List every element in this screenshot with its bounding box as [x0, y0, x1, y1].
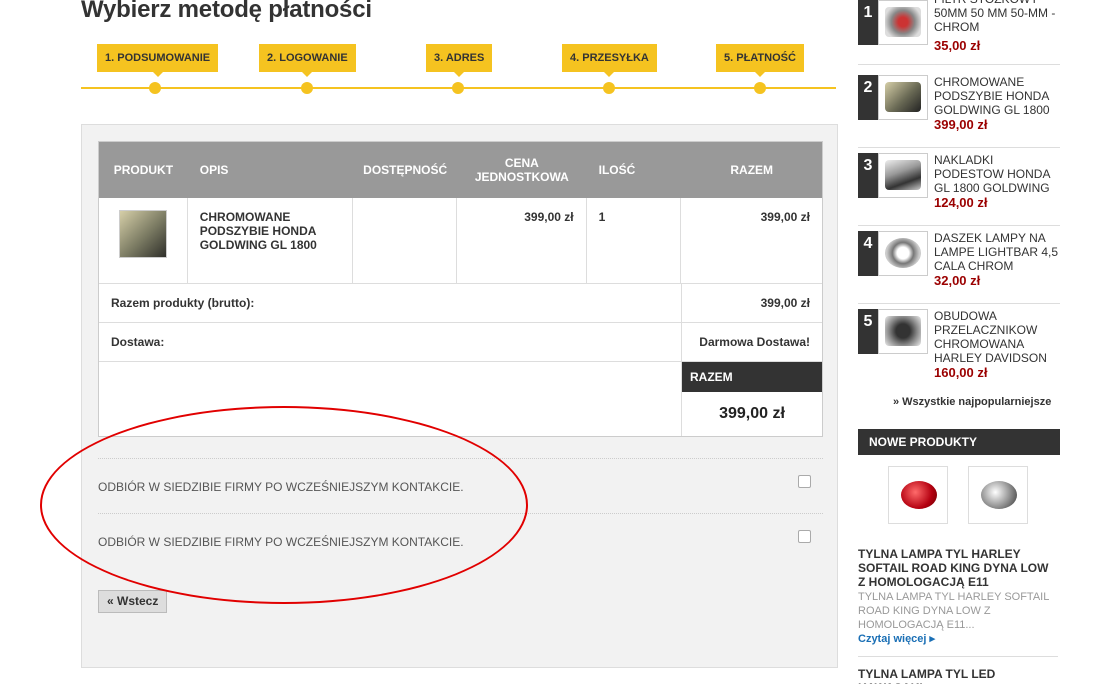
- checkout-steps: 1. PODSUMOWANIE 2. LOGOWANIE 3. ADRES 4.…: [81, 40, 836, 100]
- product-name[interactable]: FILTR STOZKOWY 50MM 50 MM 50-MM - CHROM: [934, 0, 1060, 34]
- rank-badge: 3: [858, 153, 878, 198]
- step-payment[interactable]: 5. PŁATNOŚĆ: [716, 44, 804, 77]
- delivery-option[interactable]: ODBIÓR W SIEDZIBIE FIRMY PO WCZEŚNIEJSZY…: [98, 513, 823, 568]
- page-title: Wybierz metodę płatności: [81, 0, 372, 23]
- checkout-panel: PRODUKT OPIS DOSTĘPNOŚĆ CENA JEDNOSTKOWA…: [81, 124, 838, 668]
- popular-item[interactable]: 4 DASZEK LAMPY NA LAMPE LIGHTBAR 4,5 CAL…: [858, 231, 1060, 304]
- new-product-description: TYLNA LAMPA TYL HARLEY SOFTAIL ROAD KING…: [858, 591, 1049, 631]
- delivery-option[interactable]: ODBIÓR W SIEDZIBIE FIRMY PO WCZEŚNIEJSZY…: [98, 458, 823, 513]
- popular-item[interactable]: 1 FILTR STOZKOWY 50MM 50 MM 50-MM - CHRO…: [858, 0, 1060, 65]
- shipping-label: Dostawa:: [111, 335, 165, 349]
- delivery-option-checkbox[interactable]: [798, 530, 811, 543]
- back-button[interactable]: « Wstecz: [98, 590, 168, 613]
- step-shipping[interactable]: 4. PRZESYŁKA: [562, 44, 657, 77]
- products-total-value: 399,00 zł: [681, 284, 822, 322]
- product-price: 160,00 zł: [934, 365, 988, 380]
- delivery-option-label: ODBIÓR W SIEDZIBIE FIRMY PO WCZEŚNIEJSZY…: [98, 535, 464, 549]
- delivery-option-checkbox[interactable]: [798, 475, 811, 488]
- step-dot: [452, 82, 464, 94]
- product-price: 35,00 zł: [934, 38, 981, 53]
- cart-header-row: PRODUKT OPIS DOSTĘPNOŚĆ CENA JEDNOSTKOWA…: [99, 142, 822, 198]
- rank-badge: 1: [858, 0, 878, 45]
- rank-badge: 5: [858, 309, 878, 354]
- product-description[interactable]: CHROMOWANE PODSZYBIE HONDA GOLDWING GL 1…: [188, 198, 354, 283]
- new-products-header: NOWE PRODUKTY: [858, 429, 1060, 455]
- new-product-thumbnail[interactable]: [888, 466, 948, 524]
- product-availability: [353, 198, 457, 283]
- step-summary[interactable]: 1. PODSUMOWANIE: [97, 44, 219, 77]
- step-login[interactable]: 2. LOGOWANIE: [259, 44, 356, 77]
- rank-badge: 2: [858, 75, 878, 120]
- col-quantity: ILOŚĆ: [598, 163, 636, 177]
- step-dot: [301, 82, 313, 94]
- product-thumbnail[interactable]: [118, 210, 167, 258]
- product-image-cell: [99, 198, 188, 283]
- grand-total-row: RAZEM 399,00 zł: [99, 362, 822, 436]
- col-description: OPIS: [199, 163, 229, 177]
- popular-item[interactable]: 3 NAKLADKI PODESTOW HONDA GL 1800 GOLDWI…: [858, 153, 1060, 226]
- unit-price: 399,00 zł: [457, 198, 587, 283]
- all-popular-link[interactable]: » Wszystkie najpopularniejsze: [893, 396, 1051, 408]
- divider: [858, 656, 1058, 657]
- product-name[interactable]: CHROMOWANE PODSZYBIE HONDA GOLDWING GL 1…: [934, 75, 1060, 117]
- product-thumbnail[interactable]: [878, 231, 928, 276]
- line-total: 399,00 zł: [760, 210, 810, 224]
- rank-badge: 4: [858, 231, 878, 276]
- step-dot: [603, 82, 615, 94]
- read-more-link[interactable]: Czytaj więcej ▸: [858, 632, 935, 645]
- col-product: PRODUKT: [113, 163, 174, 177]
- product-price: 124,00 zł: [934, 195, 988, 210]
- product-price: 399,00 zł: [934, 117, 988, 132]
- new-product-thumbnail[interactable]: [968, 466, 1028, 524]
- products-total-row: Razem produkty (brutto): 399,00 zł: [99, 284, 822, 323]
- product-thumbnail[interactable]: [878, 0, 928, 45]
- step-dot: [149, 82, 161, 94]
- col-availability: DOSTĘPNOŚĆ: [363, 163, 448, 177]
- popular-item[interactable]: 5 OBUDOWA PRZELACZNIKOW CHROMOWANA HARLE…: [858, 309, 1060, 387]
- delivery-option-label: ODBIÓR W SIEDZIBIE FIRMY PO WCZEŚNIEJSZY…: [98, 480, 464, 494]
- product-name[interactable]: DASZEK LAMPY NA LAMPE LIGHTBAR 4,5 CALA …: [934, 231, 1060, 273]
- table-row: CHROMOWANE PODSZYBIE HONDA GOLDWING GL 1…: [99, 198, 822, 284]
- col-unit-price: CENA JEDNOSTKOWA: [474, 156, 569, 184]
- popular-item[interactable]: 2 CHROMOWANE PODSZYBIE HONDA GOLDWING GL…: [858, 75, 1060, 148]
- step-dot: [754, 82, 766, 94]
- shipping-value: Darmowa Dostawa!: [681, 323, 822, 361]
- cart-table: PRODUKT OPIS DOSTĘPNOŚĆ CENA JEDNOSTKOWA…: [98, 141, 823, 437]
- product-name[interactable]: NAKLADKI PODESTOW HONDA GL 1800 GOLDWING: [934, 153, 1060, 195]
- product-thumbnail[interactable]: [878, 75, 928, 120]
- shipping-row: Dostawa: Darmowa Dostawa!: [99, 323, 822, 362]
- step-address[interactable]: 3. ADRES: [426, 44, 493, 77]
- grand-total-label: RAZEM: [682, 362, 822, 392]
- product-name[interactable]: OBUDOWA PRZELACZNIKOW CHROMOWANA HARLEY …: [934, 309, 1060, 365]
- product-thumbnail[interactable]: [878, 153, 928, 198]
- product-thumbnail[interactable]: [878, 309, 928, 354]
- new-product-title[interactable]: TYLNA LAMPA TYL LED KAWASAKI: [858, 667, 1058, 684]
- new-product-title[interactable]: TYLNA LAMPA TYL HARLEY SOFTAIL ROAD KING…: [858, 547, 1058, 589]
- grand-total-value: 399,00 zł: [719, 405, 785, 422]
- col-total: RAZEM: [730, 163, 774, 177]
- product-price: 32,00 zł: [934, 273, 981, 288]
- products-total-label: Razem produkty (brutto):: [111, 296, 255, 310]
- quantity: 1: [587, 198, 682, 283]
